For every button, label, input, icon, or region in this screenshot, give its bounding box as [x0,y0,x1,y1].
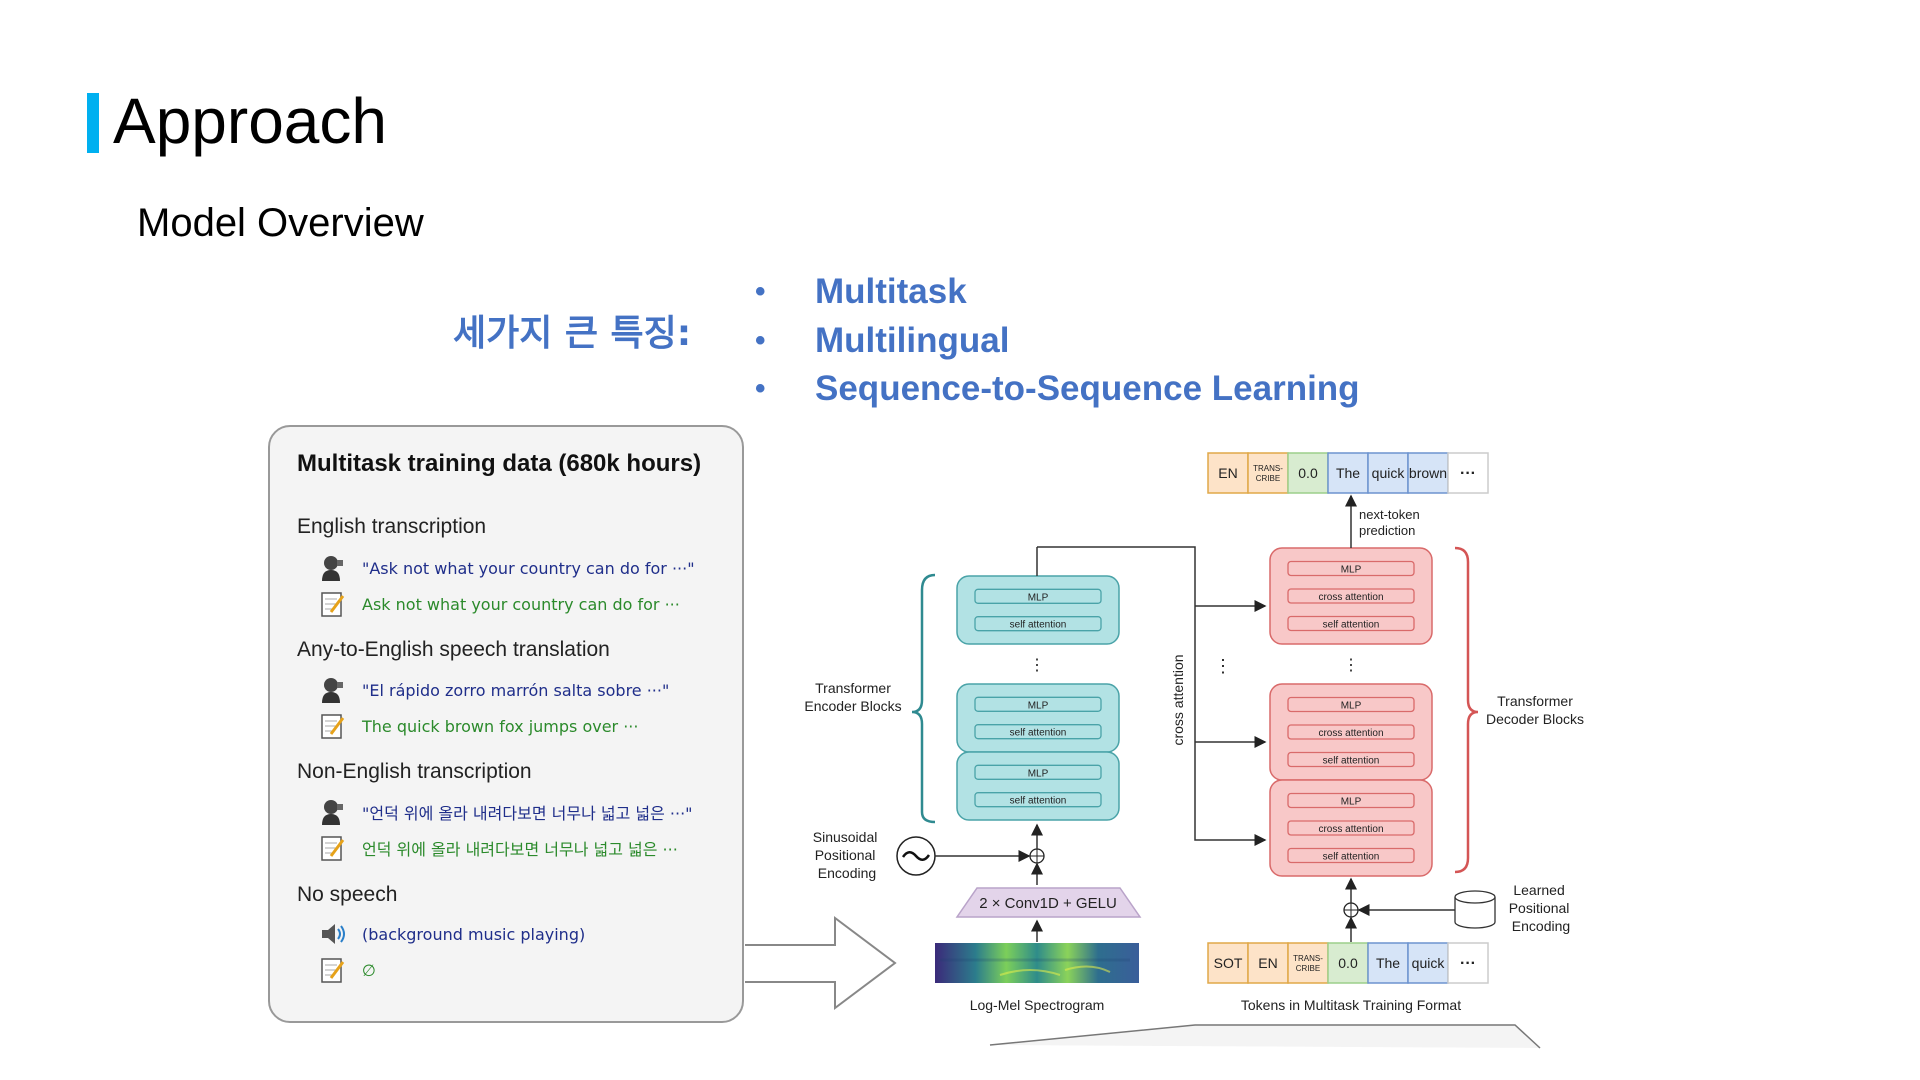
layer-label: self attention [1010,796,1067,807]
layer-label: cross attention [1318,728,1383,739]
layer-label: MLP [1028,768,1049,779]
svg-text:···: ··· [1460,465,1476,482]
encoder-block: MLP self attention [956,751,1120,821]
layer-label: self attention [1323,756,1380,767]
decoder-bracket [1454,546,1479,874]
token: quick [1407,942,1449,984]
tokens-label: Tokens in Multitask Training Format [1241,997,1461,1013]
encoder-ellipsis: ⋮ [1029,657,1045,674]
svg-text:TRANS-: TRANS- [1253,464,1283,473]
decoder-block: MLP cross attention self attention [1269,779,1433,877]
layer-label: cross attention [1318,824,1383,835]
token: 0.0 [1327,942,1369,984]
svg-text:0.0: 0.0 [1338,955,1358,971]
svg-text:TRANS-: TRANS- [1293,954,1323,963]
token: EN [1207,452,1249,494]
conv-label: 2 × Conv1D + GELU [979,895,1117,912]
token: SOT [1207,942,1249,984]
token: EN [1247,942,1289,984]
layer-label: MLP [1028,700,1049,711]
svg-text:EN: EN [1218,465,1237,481]
layer-label: self attention [1010,620,1067,631]
layer-label: MLP [1341,565,1362,576]
svg-text:0.0: 0.0 [1298,465,1318,481]
decoder-ellipsis: ⋮ [1343,657,1359,674]
decoder-block: MLP cross attention self attention [1269,683,1433,781]
svg-text:The: The [1376,955,1400,971]
learned-encoding-icon [1454,890,1496,929]
token: The [1367,942,1409,984]
encoder-bracket [911,573,936,824]
perspective-lines [989,1024,1541,1049]
cross-attention-vertical-label: cross attention [1170,654,1186,745]
svg-text:quick: quick [1412,955,1446,971]
token: The [1327,452,1369,494]
svg-text:CRIBE: CRIBE [1256,474,1280,483]
spectrogram-image [935,943,1139,983]
architecture-diagram: MLP self attention MLP self attention MLP sel… [745,452,1584,1049]
spectrogram-label: Log-Mel Spectrogram [970,997,1105,1013]
learned-encoding-label: Learned Positional Encoding [1509,882,1574,934]
decoder-label: Transformer Decoder Blocks [1486,693,1584,727]
layer-label: self attention [1323,620,1380,631]
svg-text:···: ··· [1460,955,1476,972]
input-token-row: SOT EN TRANS-CRIBE 0.0 The quick ··· [1207,942,1489,984]
flow-arrow [745,916,897,1010]
layer-label: self attention [1323,852,1380,863]
svg-text:SOT: SOT [1214,955,1243,971]
output-token-row: EN TRANS-CRIBE 0.0 The quick brown ··· [1207,452,1489,494]
svg-text:quick: quick [1372,465,1406,481]
layer-label: MLP [1341,797,1362,808]
token: TRANS-CRIBE [1287,942,1329,984]
layer-label: self attention [1010,728,1067,739]
encoder-label: Transformer Encoder Blocks [804,680,901,714]
decoder-block: MLP cross attention self attention [1269,547,1433,645]
svg-text:CRIBE: CRIBE [1296,964,1320,973]
token: brown [1407,452,1449,494]
token: TRANS-CRIBE [1247,452,1289,494]
token: quick [1367,452,1409,494]
token: ··· [1447,452,1489,494]
token: 0.0 [1287,452,1329,494]
token: ··· [1447,942,1489,984]
next-token-label: next-token prediction [1359,507,1423,538]
encoder-block: MLP self attention [956,683,1120,753]
layer-label: MLP [1028,592,1049,603]
svg-text:The: The [1336,465,1360,481]
encoder-block: MLP self attention [956,575,1120,645]
ellipsis-vertical: ⋮ [1214,656,1232,676]
svg-text:EN: EN [1258,955,1277,971]
layer-label: MLP [1341,701,1362,712]
layer-label: cross attention [1318,592,1383,603]
svg-text:brown: brown [1409,465,1447,481]
sinusoidal-label: Sinusoidal Positional Encoding [813,829,882,881]
